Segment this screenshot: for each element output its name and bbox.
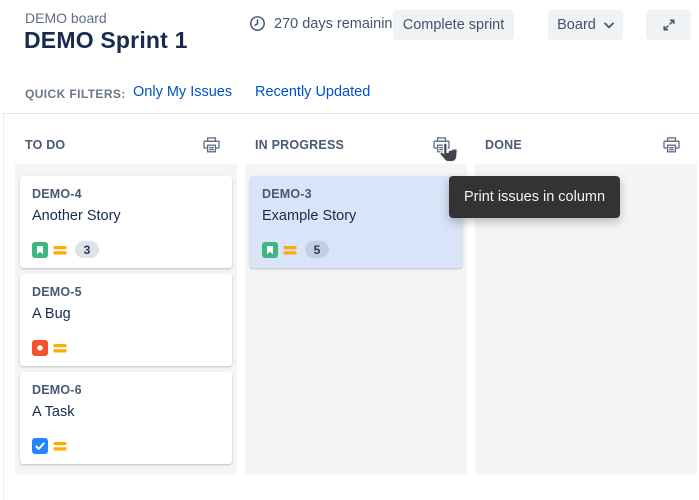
issue-card-demo-6[interactable]: DEMO-6 A Task <box>20 372 232 464</box>
expand-icon <box>661 17 677 33</box>
hand-cursor-icon <box>436 140 461 169</box>
fullscreen-button[interactable] <box>646 10 691 40</box>
filter-only-my-issues[interactable]: Only My Issues <box>133 84 232 100</box>
issue-card-demo-3[interactable]: DEMO-3 Example Story 5 <box>250 176 462 268</box>
priority-medium-icon <box>53 244 67 256</box>
print-column-button[interactable] <box>203 137 220 153</box>
column-header-inprogress: IN PROGRESS <box>245 133 467 157</box>
quick-filters-label: QUICK FILTERS: <box>25 87 126 101</box>
estimate-badge: 5 <box>305 241 329 258</box>
clock-icon <box>249 15 266 32</box>
bug-icon <box>32 340 48 356</box>
issue-summary: A Bug <box>32 306 220 322</box>
breadcrumb[interactable]: DEMO board <box>25 10 107 26</box>
print-column-button[interactable] <box>663 137 680 153</box>
issue-summary: Another Story <box>32 208 220 224</box>
printer-icon <box>203 141 220 156</box>
issue-summary: A Task <box>32 404 220 420</box>
issue-key: DEMO-5 <box>32 285 220 299</box>
priority-medium-icon <box>283 244 297 256</box>
task-icon <box>32 438 48 454</box>
column-header-todo: TO DO <box>15 133 237 157</box>
complete-sprint-label: Complete sprint <box>403 17 505 33</box>
board-menu-button[interactable]: Board <box>548 10 623 40</box>
column-inprogress: DEMO-3 Example Story 5 <box>245 164 467 475</box>
column-header-done: DONE <box>475 133 697 157</box>
priority-medium-icon <box>53 440 67 452</box>
chevron-down-icon <box>604 22 614 29</box>
issue-key: DEMO-3 <box>262 187 450 201</box>
priority-medium-icon <box>53 342 67 354</box>
issue-card-demo-4[interactable]: DEMO-4 Another Story 3 <box>20 176 232 268</box>
tooltip: Print issues in column <box>449 176 620 218</box>
column-title: IN PROGRESS <box>255 138 344 152</box>
issue-key: DEMO-6 <box>32 383 220 397</box>
days-remaining: 270 days remaining <box>249 15 401 32</box>
issue-summary: Example Story <box>262 208 450 224</box>
story-icon <box>262 242 278 258</box>
issue-card-demo-5[interactable]: DEMO-5 A Bug <box>20 274 232 366</box>
column-title: DONE <box>485 138 522 152</box>
printer-icon <box>663 141 680 156</box>
page-title: DEMO Sprint 1 <box>24 27 188 54</box>
header-divider <box>4 113 699 114</box>
estimate-badge: 3 <box>75 241 99 258</box>
column-todo: DEMO-4 Another Story 3 DEMO-5 A Bug <box>15 164 237 475</box>
board-left-border <box>3 113 4 500</box>
tooltip-text: Print issues in column <box>464 189 605 205</box>
issue-key: DEMO-4 <box>32 187 220 201</box>
complete-sprint-button[interactable]: Complete sprint <box>393 10 514 40</box>
story-icon <box>32 242 48 258</box>
filter-recently-updated[interactable]: Recently Updated <box>255 84 370 100</box>
board-menu-label: Board <box>557 17 596 33</box>
column-title: TO DO <box>25 138 65 152</box>
days-remaining-label: 270 days remaining <box>274 16 401 32</box>
